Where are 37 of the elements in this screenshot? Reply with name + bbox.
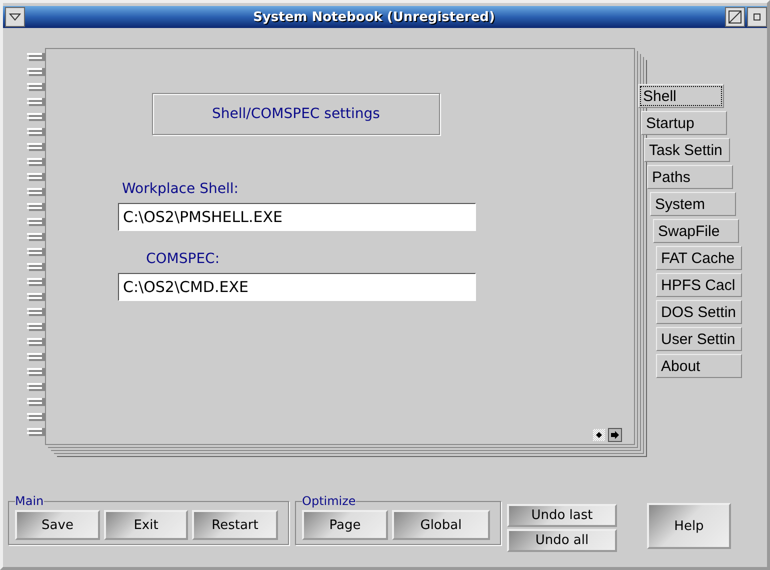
toolbar-button[interactable]: Restart (192, 510, 278, 540)
notebook-tab[interactable]: HPFS Cacl (656, 273, 742, 297)
notebook-tab[interactable]: DOS Settin (656, 300, 742, 324)
toolbar-button[interactable]: Global (392, 510, 490, 540)
path-field[interactable]: C:\OS2\CMD.EXE (118, 273, 476, 301)
right-arrow-icon (611, 431, 619, 439)
notebook-tab[interactable]: Task Settin (644, 138, 730, 162)
restore-button[interactable] (747, 7, 767, 27)
maximize-button[interactable] (725, 7, 745, 27)
page-heading: Shell/COMSPEC settings (152, 93, 440, 135)
toolbar-button[interactable]: Page (302, 510, 388, 540)
restore-icon (753, 13, 761, 21)
undo-button[interactable]: Undo all (507, 529, 617, 552)
field-label: Workplace Shell: (122, 181, 238, 197)
help-button[interactable]: Help (647, 503, 731, 549)
notebook-tab[interactable]: System (650, 192, 736, 216)
group-title: Main (15, 494, 44, 508)
toolbar-button[interactable]: Exit (104, 510, 188, 540)
notebook-tab[interactable]: Startup (641, 111, 727, 135)
undo-button[interactable]: Undo last (507, 504, 617, 527)
notebook-tab[interactable]: User Settin (656, 327, 742, 351)
diamond-icon (596, 432, 602, 438)
notebook-tab[interactable]: Shell (638, 84, 724, 108)
maximize-icon (728, 10, 742, 24)
system-menu-button[interactable] (5, 7, 25, 27)
path-field[interactable]: C:\OS2\PMSHELL.EXE (118, 203, 476, 231)
menu-icon (9, 13, 21, 21)
next-page-button[interactable] (608, 428, 622, 442)
window-title: System Notebook (Unregistered) (252, 10, 496, 24)
toolbar-button[interactable]: Save (15, 510, 100, 540)
previous-page-button[interactable] (592, 428, 606, 442)
notebook-tab[interactable]: About (656, 354, 742, 378)
notebook-tab[interactable]: SwapFile (653, 219, 739, 243)
notebook-tab[interactable]: FAT Cache (656, 246, 742, 270)
notebook-tab[interactable]: Paths (647, 165, 733, 189)
group-title: Optimize (302, 494, 356, 508)
field-label: COMSPEC: (146, 251, 220, 267)
